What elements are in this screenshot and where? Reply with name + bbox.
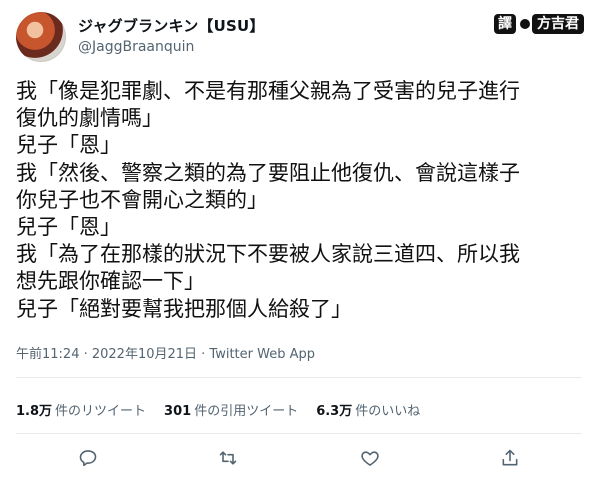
like-button[interactable]: [356, 444, 384, 472]
tweet-line: 兒子「絕對要幫我把那個人給殺了」: [16, 296, 352, 321]
author-display-name[interactable]: ジャグブランキン【USU】: [78, 16, 265, 36]
tweet-line: 我「像是犯罪劇、不是有那種父親為了受害的兒子進行: [16, 79, 520, 103]
retweets-label: 件のリツイート: [55, 404, 147, 419]
tweet-line: 兒子「恩」: [16, 215, 121, 240]
tweet-line: 兒子「恩」: [16, 133, 121, 158]
divider: [16, 433, 582, 434]
translator-watermark: 譯 方吉君: [494, 14, 584, 34]
divider: [16, 377, 582, 378]
author-handle[interactable]: @JaggBraanquin: [78, 37, 265, 57]
likes-stat[interactable]: 6.3万 件のいいね: [316, 400, 420, 419]
tweet-meta[interactable]: 午前11:24 · 2022年10月21日 · Twitter Web App: [16, 343, 315, 362]
likes-count: 6.3万: [316, 404, 353, 419]
tweet-line: 你兒子也不會開心之類的」: [16, 187, 268, 212]
tweet-header: ジャグブランキン【USU】 @JaggBraanquin 譯 方吉君: [16, 10, 584, 64]
watermark-dot: [520, 19, 530, 29]
share-icon: [502, 449, 518, 466]
tweet-line: 想先跟你確認一下」: [16, 269, 205, 294]
tweet-text: 我「像是犯罪劇、不是有那種父親為了受害的兒子進行 復仇的劇情嗎」 兒子「恩」 我…: [16, 78, 582, 323]
tweet-line: 我「為了在那樣的狀況下不要被人家說三道四、所以我: [16, 242, 520, 267]
quotes-count: 301: [164, 404, 192, 419]
tweet-stats: 1.8万 件のリツイート 301 件の引用ツイート 6.3万 件のいいね: [16, 400, 420, 419]
retweets-stat[interactable]: 1.8万 件のリツイート: [16, 400, 146, 419]
avatar[interactable]: [16, 12, 66, 62]
likes-label: 件のいいね: [355, 404, 421, 419]
reply-icon: [79, 450, 97, 467]
retweet-icon: [219, 451, 237, 465]
tweet-line: 我「然後、警察之類的為了要阻止他復仇、會說這樣子: [16, 160, 520, 185]
author-block: ジャグブランキン【USU】 @JaggBraanquin: [78, 16, 265, 57]
tweet-card: ジャグブランキン【USU】 @JaggBraanquin 譯 方吉君 我「像是犯…: [0, 0, 598, 481]
quotes-stat[interactable]: 301 件の引用ツイート: [164, 400, 298, 419]
reply-button[interactable]: [74, 444, 102, 472]
retweet-button[interactable]: [214, 444, 242, 472]
heart-icon: [361, 451, 379, 466]
quotes-label: 件の引用ツイート: [194, 404, 299, 419]
watermark-name: 方吉君: [532, 14, 584, 34]
action-bar: [0, 440, 598, 474]
watermark-mark: 譯: [494, 14, 516, 34]
share-button[interactable]: [496, 444, 524, 472]
tweet-line: 復仇的劇情嗎」: [16, 106, 163, 131]
retweets-count: 1.8万: [16, 404, 53, 419]
